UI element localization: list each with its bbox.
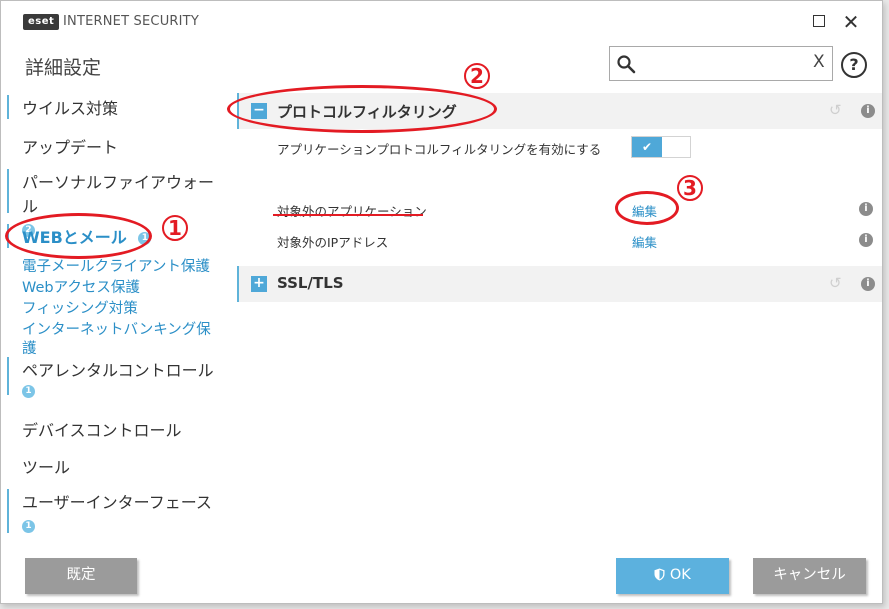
sidebar-item-label: アップデート: [22, 138, 119, 157]
expand-icon[interactable]: +: [251, 276, 267, 292]
setting-label: 対象外のアプリケーション: [277, 204, 427, 219]
annotation-number-3: 3: [677, 175, 703, 201]
default-button[interactable]: 既定: [25, 558, 137, 594]
section-ssl-tls[interactable]: + SSL/TLS ↺ i: [237, 266, 882, 302]
sidebar-item-label: ウイルス対策: [22, 99, 119, 118]
eset-logo: eset: [23, 14, 60, 30]
annotation-ellipse-1: [5, 213, 152, 259]
cancel-button[interactable]: キャンセル: [753, 558, 866, 594]
edit-excluded-ip-link[interactable]: 編集: [632, 232, 657, 251]
settings-window: eset INTERNET SECURITY ✕ 詳細設定 X ? ウイルス対策…: [0, 0, 883, 604]
close-icon[interactable]: ✕: [840, 11, 862, 33]
sidebar-item-label: ペアレンタルコントロール: [22, 361, 214, 380]
checkmark-icon: ✔: [632, 137, 662, 157]
annotation-ellipse-3: [615, 191, 679, 225]
setting-label: アプリケーションプロトコルフィルタリングを有効にする: [277, 142, 602, 157]
annotation-ellipse-2: [227, 85, 497, 133]
sidebar-subitem-label: インターネットバンキング保: [22, 322, 211, 338]
search-box: X: [609, 46, 833, 81]
sidebar-item-device-control[interactable]: デバイスコントロール: [7, 417, 182, 441]
sidebar-item-label: ユーザーインターフェース: [22, 493, 212, 512]
section-title: SSL/TLS: [277, 274, 344, 292]
info-icon[interactable]: i: [859, 233, 873, 247]
count-badge: 1: [22, 385, 35, 398]
count-badge: 1: [22, 520, 35, 533]
search-clear-button[interactable]: X: [813, 52, 825, 72]
annotation-number-2: 2: [464, 63, 490, 89]
sidebar-item-parental[interactable]: ペアレンタルコントロール 1: [7, 357, 214, 398]
sidebar-item-label: ツール: [22, 458, 71, 477]
info-icon[interactable]: i: [859, 202, 873, 216]
sidebar-subitem-phishing[interactable]: フィッシング対策: [22, 300, 138, 319]
sidebar-subitem-banking[interactable]: インターネットバンキング保 護: [22, 321, 211, 359]
annotation-underline: [273, 214, 423, 216]
info-icon[interactable]: i: [861, 277, 875, 291]
sidebar-item-label: デバイスコントロール: [22, 421, 182, 440]
info-icon[interactable]: i: [861, 104, 875, 118]
ok-button-label: OK: [669, 567, 691, 583]
sidebar-item-label: パーソナルファイアウォール: [22, 173, 215, 216]
enable-protocol-filtering-toggle[interactable]: ✔: [631, 136, 691, 158]
sidebar-subitem-web-access[interactable]: Webアクセス保護: [22, 279, 140, 298]
shield-icon: [654, 568, 665, 581]
setting-label: 対象外のIPアドレス: [277, 235, 389, 250]
title-bar: eset INTERNET SECURITY ✕: [1, 1, 882, 41]
help-button[interactable]: ?: [841, 52, 867, 78]
search-input[interactable]: [640, 53, 810, 75]
sidebar-item-firewall[interactable]: パーソナルファイアウォール 2: [7, 169, 229, 237]
sidebar-item-tools[interactable]: ツール: [7, 454, 70, 478]
sidebar-item-antivirus[interactable]: ウイルス対策: [7, 95, 118, 119]
sidebar: ウイルス対策 アップデート パーソナルファイアウォール 2 WEBとメール 1 …: [1, 87, 229, 541]
maximize-icon[interactable]: [813, 15, 825, 27]
product-name: INTERNET SECURITY: [63, 14, 199, 29]
search-icon: [617, 55, 636, 74]
revert-icon[interactable]: ↺: [829, 101, 842, 119]
ok-button[interactable]: OK: [616, 558, 729, 594]
sidebar-subitem-email-client[interactable]: 電子メールクライアント保護: [22, 258, 210, 277]
page-title: 詳細設定: [25, 57, 102, 79]
annotation-number-1: 1: [162, 215, 188, 241]
revert-icon[interactable]: ↺: [829, 274, 842, 292]
sidebar-item-update[interactable]: アップデート: [7, 134, 118, 158]
sidebar-item-user-interface[interactable]: ユーザーインターフェース 1: [7, 489, 212, 533]
